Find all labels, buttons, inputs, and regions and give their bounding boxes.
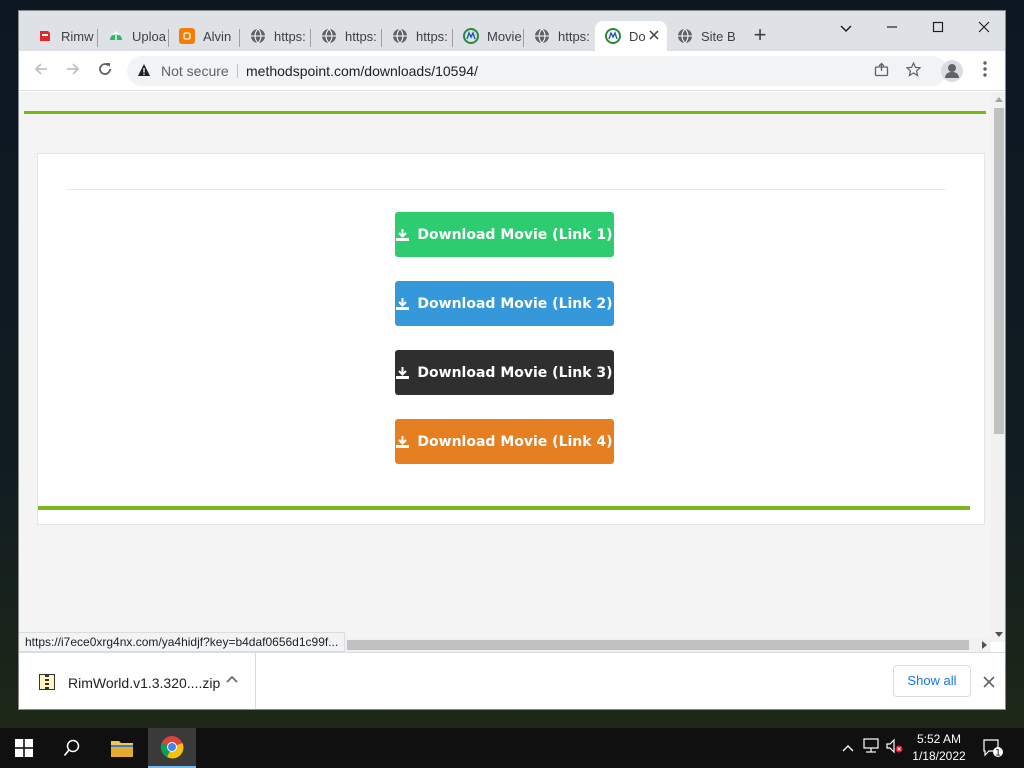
tab-title: https: — [274, 28, 306, 44]
download-icon — [396, 228, 410, 241]
browser-toolbar: Not secure methodspoint.com/downloads/10… — [19, 51, 1005, 91]
tab-title: Alvin — [203, 28, 232, 44]
tab-6[interactable]: https: — [382, 21, 452, 51]
download-file-name[interactable]: RimWorld.v1.3.320....zip — [68, 675, 220, 691]
globe-icon — [321, 28, 337, 44]
download-link-2-button[interactable]: Download Movie (Link 2) — [395, 281, 614, 326]
zip-file-icon — [39, 674, 55, 690]
globe-icon — [534, 28, 550, 44]
blogger-icon — [179, 28, 195, 44]
tab-title: Movie — [487, 28, 522, 44]
minimize-icon[interactable] — [877, 17, 907, 41]
browser-menu-icon[interactable] — [977, 59, 993, 83]
security-label[interactable]: Not secure — [161, 63, 229, 79]
tab-9[interactable]: Do — [595, 21, 667, 51]
vertical-scroll-thumb[interactable] — [994, 108, 1004, 434]
download-link-1-button[interactable]: Download Movie (Link 1) — [395, 212, 614, 257]
downloads-bar: RimWorld.v1.3.320....zip Show all — [19, 652, 1005, 709]
top-accent-line — [24, 111, 986, 114]
globe-icon — [677, 28, 693, 44]
vertical-scrollbar[interactable] — [991, 92, 1005, 642]
chrome-taskbar-icon[interactable] — [148, 728, 196, 768]
download-button-label: Download Movie (Link 2) — [417, 295, 613, 312]
tab-2[interactable]: Uploa — [98, 21, 168, 51]
download-button-label: Download Movie (Link 3) — [417, 364, 613, 381]
tab-title: Site B — [701, 28, 736, 44]
show-all-button[interactable]: Show all — [893, 665, 971, 697]
browser-window: Rimw Uploa Alvin https: https: https: Movie htt… — [18, 10, 1006, 710]
profile-avatar-icon[interactable] — [941, 60, 963, 82]
show-hidden-icons-chevron[interactable] — [838, 738, 858, 758]
page-content: Download Movie (Link 1) Download Movie (L… — [19, 92, 991, 642]
network-icon[interactable] — [861, 738, 881, 758]
methodspoint-icon — [463, 28, 479, 44]
tab-title: https: — [416, 28, 448, 44]
close-downloads-icon[interactable] — [981, 670, 997, 694]
clock-date: 1/18/2022 — [912, 749, 966, 763]
bookmark-star-icon[interactable] — [903, 61, 923, 82]
download-icon — [396, 366, 410, 379]
horizontal-scroll-thumb[interactable] — [347, 640, 969, 650]
search-icon[interactable] — [48, 728, 96, 768]
tab-1[interactable]: Rimw — [27, 21, 97, 51]
file-explorer-icon[interactable] — [98, 728, 146, 768]
close-tab-icon[interactable] — [649, 27, 659, 43]
tab-search-icon[interactable] — [831, 17, 861, 41]
download-card: Download Movie (Link 1) Download Movie (L… — [37, 153, 985, 525]
download-button-label: Download Movie (Link 1) — [417, 226, 613, 243]
clock-time: 5:52 AM — [916, 732, 962, 746]
windows-start-icon[interactable] — [0, 728, 48, 768]
download-icon — [396, 435, 410, 448]
download-link-3-button[interactable]: Download Movie (Link 3) — [395, 350, 614, 395]
tab-3[interactable]: Alvin — [169, 21, 239, 51]
tab-8[interactable]: https: — [524, 21, 594, 51]
tab-4[interactable]: https: — [240, 21, 310, 51]
notification-center-icon[interactable]: 1 — [982, 738, 1004, 759]
tab-strip: Rimw Uploa Alvin https: https: https: Movie htt… — [19, 11, 1005, 51]
notification-count: 1 — [995, 749, 1001, 759]
address-divider — [237, 64, 238, 78]
methodspoint-icon — [605, 28, 621, 44]
upload-icon — [108, 28, 124, 44]
scroll-right-arrow-icon[interactable] — [982, 641, 987, 649]
download-item[interactable]: RimWorld.v1.3.320....zip — [19, 653, 256, 709]
chevron-up-icon[interactable] — [225, 673, 239, 687]
scroll-down-arrow-icon[interactable] — [995, 632, 1003, 637]
tab-title: Uploa — [132, 28, 166, 44]
download-icon — [396, 297, 410, 310]
warning-icon[interactable] — [137, 63, 151, 80]
tab-5[interactable]: https: — [311, 21, 381, 51]
desktop-icons-edge — [0, 130, 18, 570]
tab-title: Rimw — [61, 28, 94, 44]
system-clock[interactable]: 5:52 AM 1/18/2022 — [906, 731, 972, 765]
download-link-4-button[interactable]: Download Movie (Link 4) — [395, 419, 614, 464]
tab-10[interactable]: Site B — [667, 21, 737, 51]
reload-icon[interactable] — [93, 59, 117, 83]
close-window-icon[interactable] — [969, 17, 999, 41]
address-bar[interactable]: Not secure methodspoint.com/downloads/10… — [127, 56, 947, 86]
link-status-bubble: https://i7ece0xrg4nx.com/ya4hidjf?key=b4… — [19, 632, 346, 652]
rimworld-icon — [37, 28, 53, 44]
tab-title: https: — [345, 28, 377, 44]
download-button-label: Download Movie (Link 4) — [417, 433, 613, 450]
forward-icon[interactable] — [61, 59, 85, 83]
tab-title: Do — [629, 28, 646, 44]
volume-muted-icon[interactable] — [884, 738, 904, 758]
share-icon[interactable] — [871, 62, 891, 82]
tab-title: https: — [558, 28, 590, 44]
scroll-up-arrow-icon[interactable] — [995, 97, 1003, 102]
back-icon[interactable] — [29, 59, 53, 83]
globe-icon — [250, 28, 266, 44]
card-divider — [66, 189, 946, 190]
taskbar: 5:52 AM 1/18/2022 1 — [0, 728, 1024, 768]
tab-7[interactable]: Movie — [453, 21, 523, 51]
maximize-icon[interactable] — [923, 17, 953, 41]
card-accent-line — [38, 506, 970, 510]
globe-icon — [392, 28, 408, 44]
new-tab-button[interactable]: + — [749, 24, 771, 47]
url-text[interactable]: methodspoint.com/downloads/10594/ — [246, 63, 478, 79]
